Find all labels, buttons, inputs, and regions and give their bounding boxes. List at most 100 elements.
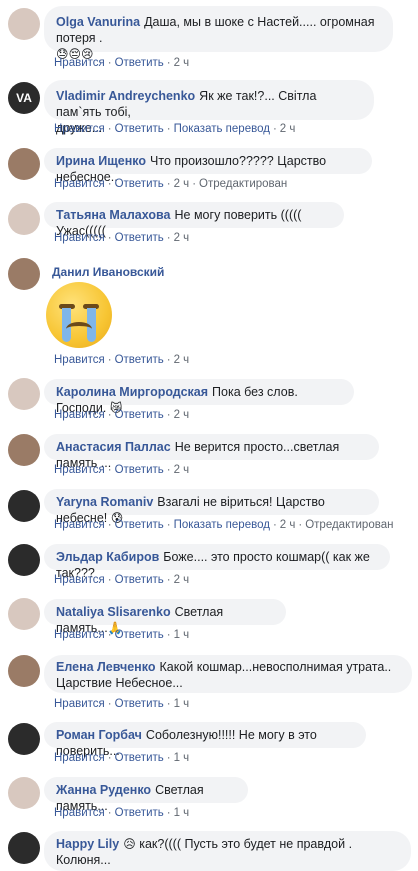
reply-link[interactable]: Ответить [115, 354, 164, 366]
timestamp[interactable]: 2 ч [174, 232, 190, 244]
comment-actions: Нравится · Ответить · 1 ч [54, 629, 190, 641]
reply-link[interactable]: Ответить [115, 232, 164, 244]
reply-link[interactable]: Ответить [115, 409, 164, 421]
timestamp[interactable]: 1 ч [174, 752, 190, 764]
commenter-name[interactable]: Happy Lily [56, 837, 119, 851]
comment-bubble: Vladimir Andreychenko Як же так!?... Світ… [44, 80, 374, 135]
comment-bubble: Елена Левченко Какой кошмар...невосполним… [44, 655, 412, 693]
like-link[interactable]: Нравится [54, 807, 105, 819]
commenter-name[interactable]: Елена Левченко [56, 660, 155, 674]
edited-label: Отредактирован [199, 178, 288, 190]
comment-text-line2: Царствие Небесное... [56, 676, 183, 690]
edited-label: Отредактирован [305, 519, 394, 531]
comment-bubble: Happy Lily 😥 как?(((( Пусть это будет не … [44, 831, 411, 871]
like-link[interactable]: Нравится [54, 752, 105, 764]
like-link[interactable]: Нравится [54, 629, 105, 641]
avatar[interactable] [8, 378, 40, 410]
timestamp[interactable]: 2 ч [174, 178, 190, 190]
commenter-name[interactable]: Каролина Миргородская [56, 385, 208, 399]
comment-emoji: 😥 [123, 837, 136, 851]
like-link[interactable]: Нравится [54, 123, 105, 135]
avatar[interactable] [8, 723, 40, 755]
like-link[interactable]: Нравится [54, 178, 105, 190]
timestamp[interactable]: 1 ч [174, 807, 190, 819]
reply-link[interactable]: Ответить [115, 57, 164, 69]
reply-link[interactable]: Ответить [115, 464, 164, 476]
reply-link[interactable]: Ответить [115, 807, 164, 819]
comment-actions: Нравится · Ответить · 1 ч [54, 698, 190, 710]
comment-bubble: Каролина Миргородская Пока без слов. Госп… [44, 379, 354, 415]
commenter-name[interactable]: Olga Vanurina [56, 15, 140, 29]
like-link[interactable]: Нравится [54, 232, 105, 244]
commenter-name[interactable]: Татьяна Малахова [56, 208, 171, 222]
comment-actions: Нравится · Ответить · Показать перевод · 2 ч · О… [54, 519, 394, 531]
reply-link[interactable]: Ответить [115, 752, 164, 764]
comment-bubble: Yaryna Romaniv Взагалі не віриться! Царст… [44, 489, 379, 525]
crying-sticker [46, 282, 112, 348]
reply-link[interactable]: Ответить [115, 123, 164, 135]
comment-bubble: Ирина Ищенко Что произошло????? Царство н… [44, 148, 372, 184]
comment-actions: Нравится · Ответить · Показать перевод · 2 ч [54, 123, 296, 135]
commenter-name[interactable]: Роман Горбач [56, 728, 142, 742]
comment-bubble: Анастасия Паллас Не верится просто...свет… [44, 434, 379, 470]
comment-actions: Нравится · Ответить · 2 ч [54, 354, 190, 366]
comment-actions: Нравится · Ответить · 2 ч [54, 464, 190, 476]
reply-link[interactable]: Ответить [115, 698, 164, 710]
timestamp[interactable]: 1 ч [174, 698, 190, 710]
avatar[interactable] [8, 544, 40, 576]
translate-link[interactable]: Показать перевод [174, 519, 270, 531]
comment-actions: Нравится · Ответить · 2 ч [54, 574, 190, 586]
timestamp[interactable]: 2 ч [174, 574, 190, 586]
avatar[interactable] [8, 434, 40, 466]
avatar[interactable] [8, 258, 40, 290]
avatar[interactable] [8, 8, 40, 40]
like-link[interactable]: Нравится [54, 464, 105, 476]
avatar[interactable] [8, 832, 40, 864]
like-link[interactable]: Нравится [54, 409, 105, 421]
like-link[interactable]: Нравится [54, 574, 105, 586]
commenter-name[interactable]: Vladimir Andreychenko [56, 89, 195, 103]
comment-bubble: Nataliya Slisarenko Светлая память...🙏 [44, 599, 286, 635]
timestamp[interactable]: 1 ч [174, 629, 190, 641]
like-link[interactable]: Нравится [54, 57, 105, 69]
avatar[interactable]: VA [8, 82, 40, 114]
commenter-name[interactable]: Nataliya Slisarenko [56, 605, 171, 619]
like-link[interactable]: Нравится [54, 354, 105, 366]
comment-bubble: Татьяна Малахова Не могу поверить ((((( У… [44, 202, 344, 238]
comment-bubble: Роман Горбач Соболезную!!!!! Не могу в эт… [44, 722, 366, 758]
timestamp[interactable]: 2 ч [280, 519, 296, 531]
avatar[interactable] [8, 598, 40, 630]
like-link[interactable]: Нравится [54, 698, 105, 710]
comment-bubble: Olga Vanurina Даша, мы в шоке с Настей...… [44, 6, 393, 61]
avatar[interactable] [8, 148, 40, 180]
comment-bubble: Эльдар Кабиров Боже.... это просто кошмар… [44, 544, 390, 580]
timestamp[interactable]: 2 ч [174, 354, 190, 366]
comment-actions: Нравится · Ответить · 1 ч [54, 807, 190, 819]
commenter-name[interactable]: Эльдар Кабиров [56, 550, 159, 564]
commenter-name[interactable]: Yaryna Romaniv [56, 495, 153, 509]
avatar[interactable] [8, 490, 40, 522]
reply-link[interactable]: Ответить [115, 629, 164, 641]
comment-actions: Нравится · Ответить · 2 ч · Отредактирован [54, 178, 288, 190]
timestamp[interactable]: 2 ч [174, 464, 190, 476]
like-link[interactable]: Нравится [54, 519, 105, 531]
reply-link[interactable]: Ответить [115, 574, 164, 586]
comment-actions: Нравится · Ответить · 2 ч [54, 409, 190, 421]
commenter-name[interactable]: Жанна Руденко [56, 783, 151, 797]
comment-actions: Нравится · Ответить · 1 ч [54, 752, 190, 764]
avatar[interactable] [8, 203, 40, 235]
avatar[interactable] [8, 777, 40, 809]
comment-text: Какой кошмар...невосполнимая утрата.. [159, 660, 392, 674]
reply-link[interactable]: Ответить [115, 178, 164, 190]
commenter-name[interactable]: Данил Ивановский [52, 265, 164, 279]
timestamp[interactable]: 2 ч [280, 123, 296, 135]
commenter-name[interactable]: Анастасия Паллас [56, 440, 171, 454]
reply-link[interactable]: Ответить [115, 519, 164, 531]
timestamp[interactable]: 2 ч [174, 409, 190, 421]
timestamp[interactable]: 2 ч [174, 57, 190, 69]
comment-actions: Нравится · Ответить · 2 ч [54, 232, 190, 244]
translate-link[interactable]: Показать перевод [174, 123, 270, 135]
comment-bubble: Жанна Руденко Светлая память... [44, 777, 248, 813]
avatar[interactable] [8, 655, 40, 687]
commenter-name[interactable]: Ирина Ищенко [56, 154, 146, 168]
